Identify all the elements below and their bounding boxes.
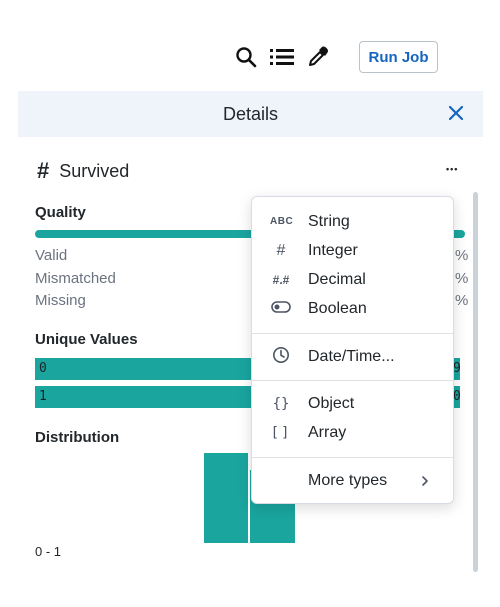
menu-item-label: Integer [308,241,358,259]
quality-mismatched-label: Mismatched [35,270,116,287]
search-icon[interactable] [233,44,259,70]
distribution-range-label: 0 - 1 [35,544,62,559]
distribution-title: Distribution [35,429,120,446]
string-icon: ABC [270,216,294,227]
panel-scrollbar[interactable] [473,192,478,572]
clock-icon [270,346,292,367]
menu-item-boolean[interactable]: Boolean [252,294,453,323]
menu-item-label: Array [308,423,347,441]
list-icon[interactable] [269,44,295,70]
menu-item-array[interactable]: [] Array [252,418,453,447]
menu-item-integer[interactable]: # Integer [252,236,453,265]
distribution-bar[interactable] [204,453,248,543]
more-options-button[interactable]: ••• [446,160,458,178]
menu-item-decimal[interactable]: #.# Decimal [252,265,453,294]
details-header: Details [18,91,483,137]
chevron-right-icon [419,474,431,486]
unique-value-count: 9 [453,361,461,376]
menu-item-string[interactable]: ABC String [252,207,453,236]
eyedropper-icon[interactable] [305,44,331,70]
menu-item-more-types[interactable]: More types [252,466,453,495]
unique-value-label: 1 [39,389,47,404]
braces-icon: {} [272,395,290,412]
column-name: # Survived [37,158,129,184]
menu-item-datetime[interactable]: Date/Time... [252,342,453,371]
menu-item-object[interactable]: {} Object [252,389,453,418]
menu-divider [252,380,453,381]
menu-item-label: More types [308,471,388,489]
quality-missing-label: Missing [35,292,86,309]
quality-title: Quality [35,204,86,221]
menu-item-label: Boolean [308,299,367,317]
type-menu: ABC String # Integer #.# Decimal Boolean… [251,196,454,504]
integer-type-icon: # [37,158,50,183]
quality-mismatched-pct: % [455,270,469,287]
quality-valid-pct: % [455,247,469,264]
brackets-icon: [] [270,424,292,441]
menu-item-label: Decimal [308,270,366,288]
quality-missing-pct: % [455,292,469,309]
quality-valid-label: Valid [35,247,68,264]
decimal-icon: #.# [272,272,290,287]
unique-values-title: Unique Values [35,331,138,348]
run-job-button[interactable]: Run Job [359,41,438,73]
column-name-label: Survived [59,160,130,181]
toolbar: Run Job [0,0,500,90]
menu-item-label: String [308,212,350,230]
toggle-icon [270,301,292,316]
close-icon[interactable] [447,104,465,122]
menu-divider [252,333,453,334]
menu-item-label: Object [308,394,355,412]
hash-icon: # [276,241,286,259]
unique-value-label: 0 [39,361,47,376]
unique-value-count: 0 [453,389,461,404]
menu-divider [252,457,453,458]
menu-item-label: Date/Time... [308,347,395,365]
details-title: Details [222,104,279,124]
